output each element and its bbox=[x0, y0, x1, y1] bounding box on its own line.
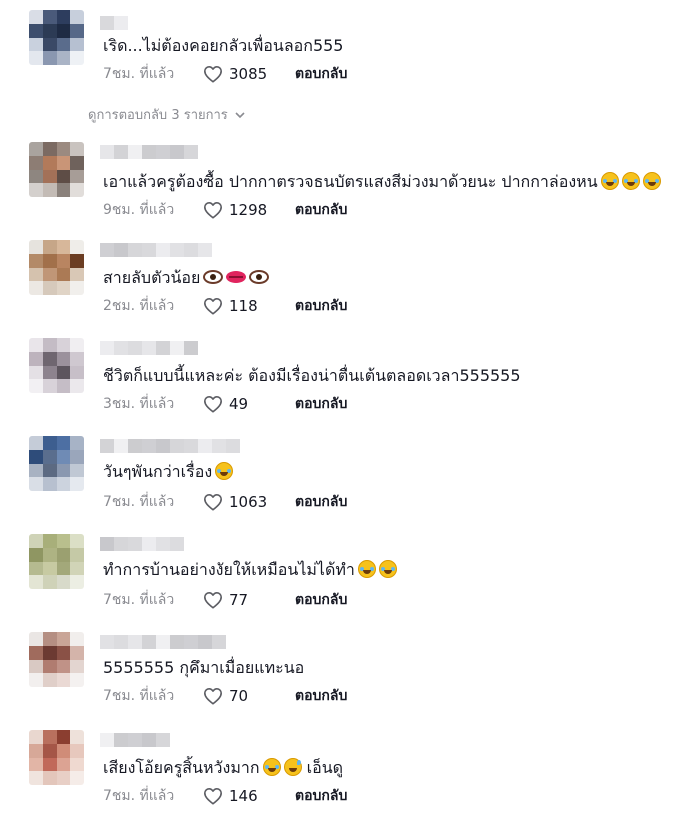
comment-text-body: วันๆพันกว่าเรื่อง bbox=[103, 462, 213, 481]
like-count: 70 bbox=[229, 687, 249, 705]
like-button[interactable]: 49 bbox=[203, 395, 283, 413]
like-count: 1298 bbox=[229, 201, 268, 219]
comment-meta: 7ชม. ที่แล้ว 70 ตอบกลับ bbox=[103, 686, 347, 706]
eye-emoji bbox=[203, 270, 224, 284]
comment-text: 5555555 กุคึมาเมื่อยแทะนอ bbox=[103, 658, 304, 678]
heart-outline-icon bbox=[204, 493, 222, 511]
comment-time: 3ชม. ที่แล้ว bbox=[103, 396, 175, 412]
comment-time: 7ชม. ที่แล้ว bbox=[103, 66, 175, 82]
like-count: 3085 bbox=[229, 65, 268, 83]
comment-time: 7ชม. ที่แล้ว bbox=[103, 788, 175, 804]
comment-text: สายลับตัวน้อย bbox=[103, 268, 270, 288]
comment-meta: 7ชม. ที่แล้ว 77 ตอบกลับ bbox=[103, 590, 347, 610]
username-blurred[interactable] bbox=[100, 439, 240, 453]
like-button[interactable]: 77 bbox=[203, 591, 283, 609]
comment-text: เริด...ไม่ต้องคอยกลัวเพื่อนลอก555 bbox=[103, 36, 343, 56]
avatar[interactable] bbox=[29, 240, 84, 295]
like-button[interactable]: 118 bbox=[203, 297, 283, 315]
comment-text-after: เอ็นดู bbox=[306, 758, 344, 777]
comment-meta: 9ชม. ที่แล้ว 1298 ตอบกลับ bbox=[103, 200, 347, 220]
username-blurred[interactable] bbox=[100, 243, 212, 257]
comment-time: 9ชม. ที่แล้ว bbox=[103, 202, 175, 218]
avatar[interactable] bbox=[29, 730, 84, 785]
reply-button[interactable]: ตอบกลับ bbox=[295, 295, 347, 317]
laugh-emoji bbox=[215, 462, 234, 480]
like-button[interactable]: 1063 bbox=[203, 493, 283, 511]
username-blurred[interactable] bbox=[100, 341, 198, 355]
reply-button[interactable]: ตอบกลับ bbox=[295, 199, 347, 221]
heart-outline-icon bbox=[204, 395, 222, 413]
comment-text-body: 5555555 กุคึมาเมื่อยแทะนอ bbox=[103, 658, 305, 677]
laugh-emoji bbox=[262, 758, 281, 776]
comment-meta: 7ชม. ที่แล้ว 1063 ตอบกลับ bbox=[103, 492, 347, 512]
comment-time: 7ชม. ที่แล้ว bbox=[103, 592, 175, 608]
heart-outline-icon bbox=[204, 687, 222, 705]
comment-time: 7ชม. ที่แล้ว bbox=[103, 494, 175, 510]
reply-button[interactable]: ตอบกลับ bbox=[295, 491, 347, 513]
reply-button[interactable]: ตอบกลับ bbox=[295, 589, 347, 611]
avatar[interactable] bbox=[29, 10, 84, 65]
like-count: 49 bbox=[229, 395, 249, 413]
heart-outline-icon bbox=[204, 65, 222, 83]
laugh-emoji bbox=[642, 172, 661, 190]
avatar[interactable] bbox=[29, 632, 84, 687]
like-button[interactable]: 146 bbox=[203, 787, 283, 805]
chevron-down-icon bbox=[235, 111, 245, 118]
like-button[interactable]: 1298 bbox=[203, 201, 283, 219]
comment-text: วันๆพันกว่าเรื่อง bbox=[103, 462, 234, 482]
username-blurred[interactable] bbox=[100, 733, 170, 747]
like-button[interactable]: 70 bbox=[203, 687, 283, 705]
avatar[interactable] bbox=[29, 338, 84, 393]
heart-outline-icon bbox=[204, 297, 222, 315]
comment-meta: 2ชม. ที่แล้ว 118 ตอบกลับ bbox=[103, 296, 347, 316]
avatar[interactable] bbox=[29, 436, 84, 491]
view-replies-button[interactable]: ดูการตอบกลับ 3 รายการ bbox=[88, 104, 246, 125]
comment-meta: 3ชม. ที่แล้ว 49 ตอบกลับ bbox=[103, 394, 347, 414]
comment-text-body: เสียงโอ้ยครูสิ้นหวังมาก bbox=[103, 758, 260, 777]
eye-emoji bbox=[249, 270, 270, 284]
username-blurred[interactable] bbox=[100, 537, 184, 551]
laugh-emoji bbox=[621, 172, 640, 190]
comment-meta: 7ชม. ที่แล้ว 146 ตอบกลับ bbox=[103, 786, 347, 806]
comment-text: เสียงโอ้ยครูสิ้นหวังมาก เอ็นดู bbox=[103, 758, 343, 778]
username-blurred[interactable] bbox=[100, 16, 128, 30]
sweat-smile-emoji bbox=[283, 758, 302, 776]
username-blurred[interactable] bbox=[100, 635, 226, 649]
heart-outline-icon bbox=[204, 787, 222, 805]
like-button[interactable]: 3085 bbox=[203, 65, 283, 83]
reply-button[interactable]: ตอบกลับ bbox=[295, 393, 347, 415]
comment-text-body: เริด...ไม่ต้องคอยกลัวเพื่อนลอก555 bbox=[103, 36, 344, 55]
laugh-emoji bbox=[600, 172, 619, 190]
laugh-emoji bbox=[357, 560, 376, 578]
reply-button[interactable]: ตอบกลับ bbox=[295, 685, 347, 707]
heart-outline-icon bbox=[204, 591, 222, 609]
reply-button[interactable]: ตอบกลับ bbox=[295, 785, 347, 807]
like-count: 146 bbox=[229, 787, 258, 805]
laugh-emoji bbox=[378, 560, 397, 578]
like-count: 77 bbox=[229, 591, 249, 609]
like-count: 118 bbox=[229, 297, 258, 315]
comment-time: 7ชม. ที่แล้ว bbox=[103, 688, 175, 704]
reply-button[interactable]: ตอบกลับ bbox=[295, 63, 347, 85]
comment-text: ชีวิตก็แบบนี้แหละค่ะ ต้องมีเรื่องน่าตื่น… bbox=[103, 366, 521, 386]
view-replies-label: ดูการตอบกลับ 3 รายการ bbox=[88, 108, 228, 123]
avatar[interactable] bbox=[29, 142, 84, 197]
lips-emoji bbox=[226, 271, 247, 283]
comment-text: เอาแล้วครูต้องซื้อ ปากกาตรวจธนบัตรแสงสีม… bbox=[103, 172, 661, 192]
comment-text-body: เอาแล้วครูต้องซื้อ ปากกาตรวจธนบัตรแสงสีม… bbox=[103, 172, 598, 191]
comment-text-body: สายลับตัวน้อย bbox=[103, 268, 201, 287]
comment-meta: 7ชม. ที่แล้ว 3085 ตอบกลับ bbox=[103, 64, 347, 84]
username-blurred[interactable] bbox=[100, 145, 198, 159]
avatar[interactable] bbox=[29, 534, 84, 589]
like-count: 1063 bbox=[229, 493, 268, 511]
comment-text-body: ทำการบ้านอย่างงัยให้เหมือนไม่ได้ทำ bbox=[103, 560, 355, 579]
comment-time: 2ชม. ที่แล้ว bbox=[103, 298, 175, 314]
comment-text: ทำการบ้านอย่างงัยให้เหมือนไม่ได้ทำ bbox=[103, 560, 397, 580]
heart-outline-icon bbox=[204, 201, 222, 219]
comment-text-body: ชีวิตก็แบบนี้แหละค่ะ ต้องมีเรื่องน่าตื่น… bbox=[103, 366, 521, 385]
